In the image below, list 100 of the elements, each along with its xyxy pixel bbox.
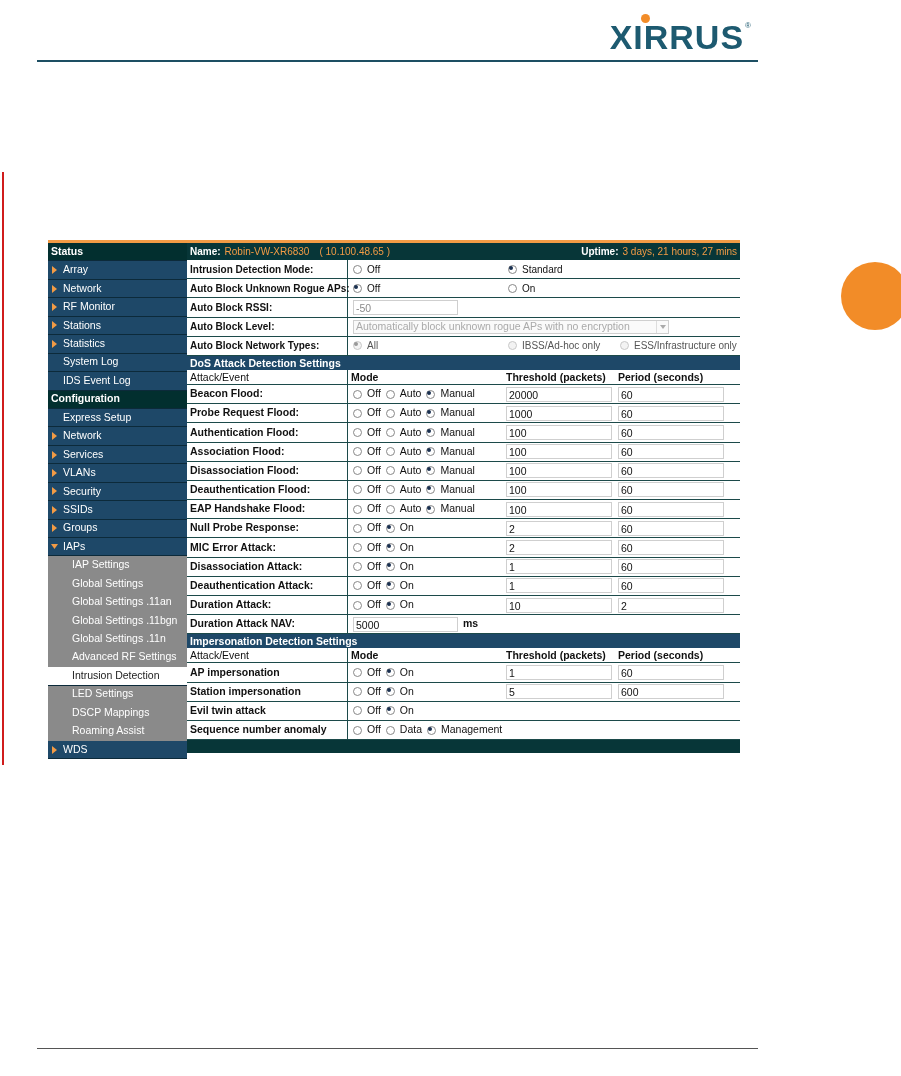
radio-button[interactable]	[385, 408, 395, 418]
threshold-field[interactable]: 100	[506, 501, 612, 517]
sidebar-item[interactable]: RF Monitor	[48, 298, 187, 317]
column-header: Threshold (packets)	[506, 648, 606, 664]
radio-button[interactable]	[353, 523, 362, 533]
period-field[interactable]: 60	[618, 482, 724, 498]
radio-button[interactable]	[353, 264, 362, 274]
threshold-field[interactable]: 1	[506, 559, 612, 575]
period-field[interactable]: 60	[618, 578, 724, 594]
period-field[interactable]: 60	[618, 501, 724, 517]
radio-button[interactable]	[508, 264, 517, 274]
radio-button[interactable]	[353, 581, 362, 591]
threshold-field[interactable]: 100	[506, 424, 612, 440]
period-field[interactable]: 60	[618, 559, 724, 575]
column-header: Period (seconds)	[618, 369, 704, 385]
radio-button[interactable]	[385, 667, 395, 677]
option-label: Standard	[522, 262, 563, 277]
radio-button[interactable]	[508, 283, 517, 293]
radio-button[interactable]	[353, 543, 362, 553]
radio-button[interactable]	[426, 447, 436, 457]
radio-button[interactable]	[385, 466, 395, 476]
radio-button[interactable]	[353, 408, 362, 418]
attack-label: Sequence number anomaly	[190, 722, 327, 738]
radio-button[interactable]	[426, 389, 436, 399]
sidebar-item[interactable]: IDS Event Log	[48, 372, 187, 391]
radio-button[interactable]	[353, 427, 362, 437]
radio-button[interactable]	[426, 427, 436, 437]
period-field[interactable]: 2	[618, 597, 724, 613]
period-field[interactable]: 60	[618, 444, 724, 460]
radio-button[interactable]	[353, 667, 362, 677]
radio-button[interactable]	[353, 447, 362, 457]
radio-button[interactable]	[353, 466, 362, 476]
threshold-field[interactable]: 20000	[506, 386, 612, 402]
threshold-field[interactable]: 10	[506, 597, 612, 613]
radio-button[interactable]	[385, 427, 395, 437]
radio-button[interactable]	[426, 466, 436, 476]
radio-button[interactable]	[353, 485, 362, 495]
radio-button[interactable]	[427, 725, 436, 735]
radio-button[interactable]	[426, 408, 436, 418]
radio-button[interactable]	[385, 687, 395, 697]
threshold-field[interactable]: 1000	[506, 405, 612, 421]
period-field[interactable]: 600	[618, 684, 724, 700]
radio-button[interactable]	[353, 725, 362, 735]
threshold-field[interactable]: 100	[506, 482, 612, 498]
option-label: On	[399, 539, 414, 555]
threshold-field[interactable]: 100	[506, 444, 612, 460]
radio-button[interactable]	[353, 504, 362, 514]
radio-button[interactable]	[353, 687, 362, 697]
sidebar-item[interactable]: Statistics	[48, 335, 187, 354]
sidebar-item[interactable]: SSIDs	[48, 501, 187, 520]
radio-button[interactable]	[353, 600, 362, 610]
sidebar-item[interactable]: Array	[48, 261, 187, 280]
radio-button[interactable]	[385, 600, 395, 610]
threshold-field[interactable]: 1	[506, 664, 612, 680]
period-field[interactable]: 60	[618, 424, 724, 440]
sidebar-item[interactable]: Network	[48, 427, 187, 446]
option-label: Management	[441, 722, 503, 738]
radio-button[interactable]	[385, 485, 395, 495]
period-field[interactable]: 60	[618, 664, 724, 680]
threshold-field[interactable]: 2	[506, 540, 612, 556]
attack-label: MIC Error Attack:	[190, 539, 276, 555]
radio-button[interactable]	[385, 543, 395, 553]
option-label: Off	[367, 539, 381, 555]
radio-button[interactable]	[385, 706, 395, 716]
radio-button[interactable]	[426, 485, 436, 495]
option-label: On	[522, 281, 536, 296]
period-field[interactable]: 60	[618, 386, 724, 402]
column-header: Mode	[351, 648, 379, 664]
period-field[interactable]: 60	[618, 540, 724, 556]
radio-button[interactable]	[353, 283, 362, 293]
sidebar-item[interactable]: IAPs	[48, 538, 187, 557]
threshold-field[interactable]: 5	[506, 684, 612, 700]
period-field[interactable]: 60	[618, 405, 724, 421]
radio-button[interactable]	[385, 523, 395, 533]
attack-label: Deauthentication Attack:	[190, 578, 314, 594]
period-field[interactable]: 60	[618, 520, 724, 536]
option-label: Off	[367, 722, 381, 738]
input-field[interactable]: 5000	[353, 616, 458, 632]
radio-button[interactable]	[385, 562, 395, 572]
threshold-field[interactable]: 100	[506, 463, 612, 479]
radio-button[interactable]	[385, 725, 395, 735]
threshold-field[interactable]: 2	[506, 520, 612, 536]
sidebar-section[interactable]: Status	[48, 243, 187, 262]
threshold-field[interactable]: 1	[506, 578, 612, 594]
setting-label: Auto Block Network Types:	[190, 339, 320, 354]
radio-button[interactable]	[353, 706, 362, 716]
unit-label: ms	[463, 616, 479, 632]
option-label: Manual	[440, 405, 475, 421]
radio-button[interactable]	[385, 504, 395, 514]
setting-label: Auto Block Level:	[190, 320, 275, 335]
radio-button[interactable]	[385, 447, 395, 457]
option-label: On	[399, 702, 414, 718]
radio-button[interactable]	[385, 389, 395, 399]
radio-button[interactable]	[353, 562, 362, 572]
period-field[interactable]: 60	[618, 463, 724, 479]
radio-button[interactable]	[353, 389, 362, 399]
radio-button[interactable]	[385, 581, 395, 591]
option-label: Off	[367, 482, 381, 498]
radio-button[interactable]	[426, 504, 436, 514]
sidebar-item[interactable]: VLANs	[48, 464, 187, 483]
